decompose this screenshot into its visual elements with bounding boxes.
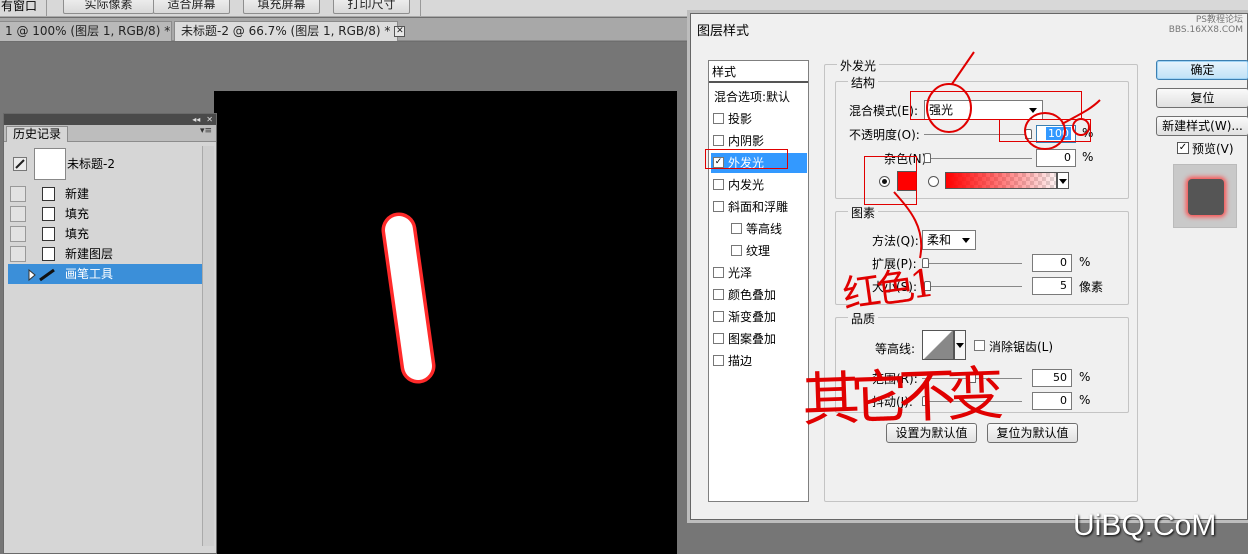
annotation-scribbles xyxy=(893,51,1101,259)
site-watermark: UiBQ.CoM xyxy=(1073,509,1217,542)
annotation-note-unchanged: 其它不变 xyxy=(801,359,996,435)
